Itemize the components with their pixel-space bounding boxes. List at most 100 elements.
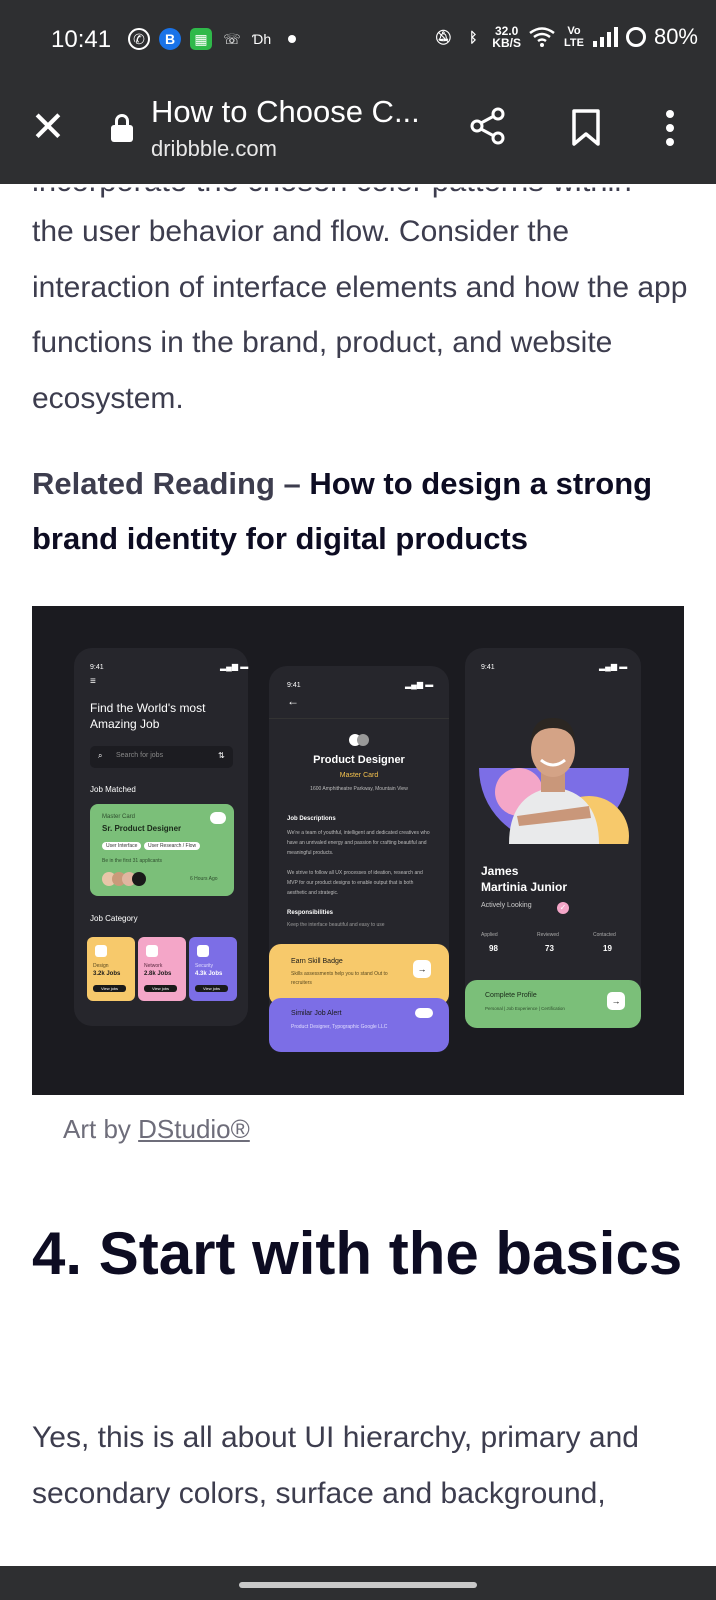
mock-category-name: Network [144,963,163,969]
signal-icon [592,27,618,47]
mock-badge-title: Earn Skill Badge [291,958,343,965]
bookmark-icon[interactable] [570,108,602,148]
mock-skill-badge-card: Earn Skill Badge Skills assessments help… [269,944,449,1006]
system-icons: 🔕︎ ᛒ 32.0 KB/S Vo LTE 80% [432,24,698,50]
article-paragraph: the user behavior and flow. Consider the… [32,215,688,415]
gesture-nav-bar [0,1566,716,1600]
mock-address: 1600 Amphitheatre Parkway, Mountain View [310,786,408,792]
mock-complete-text: Personal | Job Experience | Certificatio… [485,1006,565,1011]
mock-section-title: Job Matched [90,785,136,794]
image-caption: Art by DStudio® [63,1114,250,1145]
mock-tag: User Research / Flow [144,842,201,850]
mock-time: 9:41 [90,664,104,671]
mock-desc-text: We're a team of youthful, intelligent an… [287,830,430,856]
article-paragraph: Yes, this is all about UI hierarchy, pri… [32,1421,639,1510]
mock-avatars [102,872,146,886]
network-speed-unit: KB/S [492,36,521,50]
mock-back-icon: ← [287,694,299,708]
mock-view-button: View jobs [195,985,229,992]
mockup-job-search-screen: 9:41 ▂▄▆ ▬ ≡ Find the World's most Amazi… [74,648,248,1026]
more-notifications-dot [288,35,297,43]
mock-applicants-note: Be in the first 31 applicants [102,858,163,864]
mock-filter-icon: ⇅ [218,751,225,760]
custom-tab-toolbar: ✕ How to Choose C... dribbble.com [0,82,716,184]
article-image[interactable]: 9:41 ▂▄▆ ▬ ≡ Find the World's most Amazi… [32,606,684,1095]
close-icon[interactable]: ✕ [28,106,68,148]
mock-check-icon: ✓ [557,902,569,914]
mute-icon: 🔕︎ [434,28,453,45]
mock-stat-label: Contacted [593,932,616,938]
mock-time: 9:41 [287,682,301,689]
mock-search-placeholder: Search for jobs [116,752,164,759]
wifi-icon [529,27,555,47]
mock-time: 9:41 [481,664,495,671]
more-menu-icon[interactable] [660,108,680,148]
dh-icon: Ɗh [252,31,272,47]
mock-stat-value: 19 [603,944,612,953]
home-gesture-handle[interactable] [239,1582,477,1588]
mock-category-card: Security 4.3k Jobs View jobs [189,937,237,1001]
mock-resp-title: Responsibilities [287,910,334,916]
mock-category-title: Job Category [90,914,138,923]
mock-last-name: Martinia Junior [481,880,568,894]
caption-author-link[interactable]: DStudio® [138,1114,250,1144]
mockup-profile-screen: 9:41 ▂▄▆ ▬ James Martinia Junior Activel… [465,648,641,1028]
caption-prefix: Art by [63,1114,139,1144]
calculator-icon: ▦ [190,28,212,50]
mock-category-card: Network 2.8k Jobs View jobs [138,937,186,1001]
mock-profile-photo [479,676,629,844]
mock-view-button: View jobs [144,985,178,992]
mock-posted-time: 6 Hours Ago [190,876,218,882]
mock-arrow-icon: → [413,960,431,978]
status-bar: 10:41 ✆ B ▦ ☏ Ɗh 🔕︎ ᛒ 32.0 KB/S Vo LTE 8… [0,0,716,82]
mock-category-count: 2.8k Jobs [144,971,172,977]
whatsapp-icon: ✆ [128,28,150,50]
battery-percent: 80% [653,24,698,49]
mock-company: Master Card [339,772,379,779]
lock-icon[interactable] [110,114,134,144]
network-speed: 32.0 KB/S [492,25,521,49]
mock-status-icons: ▂▄▆ ▬ [220,662,249,671]
mock-status: Actively Looking [481,902,532,909]
mock-desc-text: We strive to follow all UX processes of … [287,870,423,896]
battery-icon [625,27,646,47]
mockup-job-detail-screen: 9:41 ▂▄▆ ▬ ← Product Designer Master Car… [269,666,449,1052]
related-reading-label: Related Reading – [32,466,310,501]
share-icon[interactable] [468,106,508,146]
mock-alert-title: Similar Job Alert [291,1010,342,1017]
page-url[interactable]: dribbble.com [151,136,277,162]
mock-toggle [415,1008,433,1018]
mock-menu-icon: ≡ [90,676,96,687]
mock-tag: User Interface [102,842,142,850]
mock-badge-text: Skills assessments help you to stand Out… [291,971,388,986]
mock-resp-text: Keep the interface beautiful and easy to… [287,922,385,928]
mock-category-card: Design 3.2k Jobs View jobs [87,937,135,1001]
mock-stat-value: 98 [489,944,498,953]
mock-alert-text: Product Designer, Typographic Google LLC [291,1024,388,1030]
mock-stat-value: 73 [545,944,554,953]
mock-first-name: James [481,864,519,878]
notification-icons: ✆ B ▦ ☏ Ɗh [128,28,297,50]
mock-category-name: Design [93,963,109,969]
mock-category-name: Security [195,963,214,969]
section-heading: 4. Start with the basics [32,1220,683,1287]
bluetooth-icon: ᛒ [469,29,478,45]
status-time: 10:41 [51,26,112,53]
mock-complete-profile-card: Complete Profile Personal | Job Experien… [465,980,641,1028]
mock-view-button: View jobs [93,985,127,992]
mock-complete-title: Complete Profile [485,992,537,999]
mock-stat-label: Reviewed [537,932,559,938]
mock-toggle [210,812,226,824]
mock-job-title: Sr. Product Designer [102,824,182,833]
b-app-icon: B [159,28,181,50]
mock-category-count: 4.3k Jobs [195,971,223,977]
mock-company: Master Card [102,814,136,820]
mock-category-count: 3.2k Jobs [93,971,121,977]
mock-headline: Find the World's most Amazing Job [90,701,206,731]
mock-arrow-icon: → [607,992,625,1010]
phone-icon: ☏ [223,30,241,47]
mock-status-icons: ▂▄▆ ▬ [599,662,628,671]
volte-label: Vo LTE [563,25,584,49]
mock-job-alert-card: Similar Job Alert Product Designer, Typo… [269,998,449,1052]
page-title[interactable]: How to Choose C... [151,94,420,130]
